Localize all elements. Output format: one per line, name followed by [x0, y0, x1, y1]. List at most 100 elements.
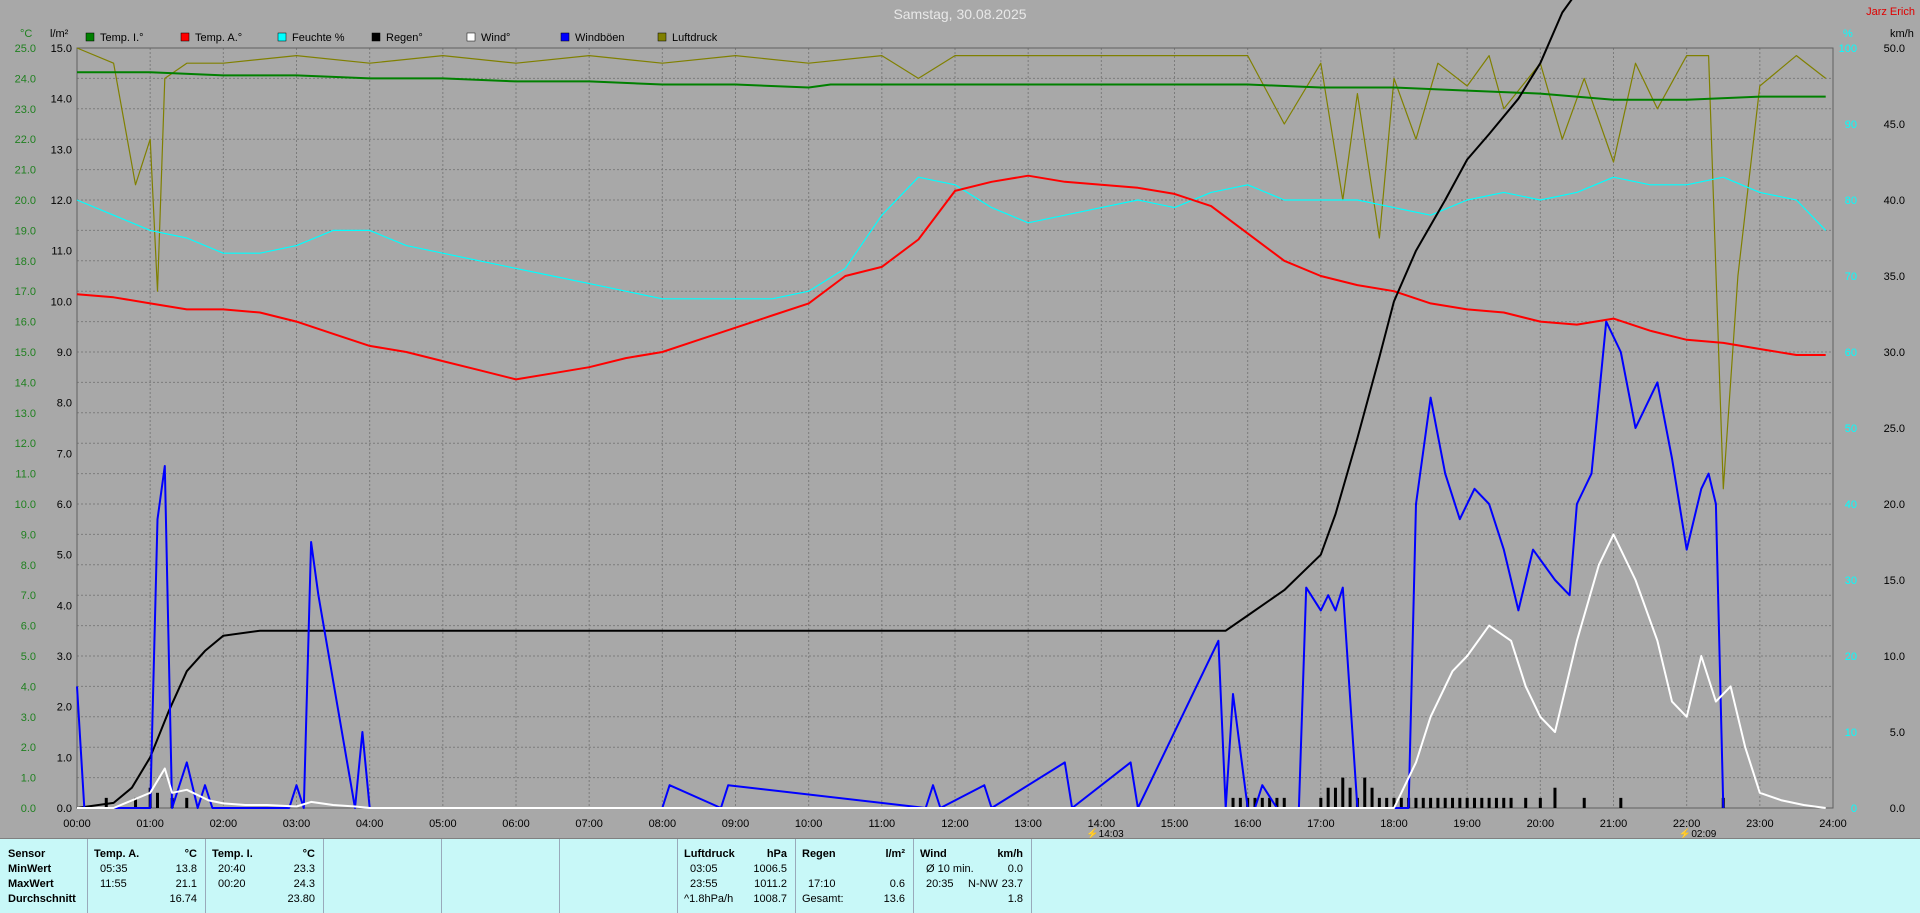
time-tick-label: 23:00	[1746, 818, 1774, 830]
col-temp-i: Temp. I. °C 20:40 00:20 23.3 24.3 23.80	[206, 839, 324, 913]
temp-tick-label: 15.0	[15, 347, 36, 359]
temp-i-min-time: 20:40	[218, 863, 246, 875]
rain-bar	[1524, 797, 1528, 808]
row-label-avg: Durchschnitt	[8, 893, 76, 905]
temp-tick-label: 9.0	[21, 529, 36, 541]
rain-tick-label: 8.0	[57, 398, 72, 410]
temp-i-max-value: 24.3	[293, 878, 315, 890]
time-tick-label: 03:00	[283, 818, 311, 830]
rain-tick-label: 6.0	[57, 499, 72, 511]
wind-max-time: 20:35	[926, 878, 954, 890]
temp-tick-label: 6.0	[21, 621, 36, 633]
temp-tick-label: 25.0	[15, 43, 36, 55]
rain-bar	[1538, 797, 1542, 808]
legend-label: Temp. I.°	[100, 32, 144, 44]
rain-bar	[1458, 797, 1462, 808]
wind-tick-label: 30.0	[1884, 347, 1905, 359]
rain-tick-label: 5.0	[57, 550, 72, 562]
temp-a-unit: °C	[184, 848, 197, 860]
legend-label: Temp. A.°	[195, 32, 242, 44]
humidity-tick-label: 70	[1845, 271, 1857, 283]
wind-tick-label: 35.0	[1884, 271, 1905, 283]
time-tick-label: 20:00	[1527, 818, 1555, 830]
legend-swatch	[277, 32, 287, 42]
wind-unit: km/h	[997, 848, 1023, 860]
legend: Temp. I.° Temp. A.° Feuchte % Regen° Wind° Wi…	[85, 32, 718, 44]
temp-tick-label: 12.0	[15, 438, 36, 450]
col-empty-1	[324, 839, 442, 913]
rain-unit: l/m²	[885, 848, 905, 860]
legend-label: Feuchte %	[292, 32, 345, 44]
pressure-avg-value: 1008.7	[753, 893, 787, 905]
rain-tick-label: 13.0	[51, 144, 72, 156]
temp-a-avg-value: 16.74	[169, 893, 197, 905]
time-tick-label: 07:00	[575, 818, 603, 830]
wind-header: Wind	[920, 848, 947, 860]
wind-min-value: 0.0	[1007, 863, 1023, 875]
rain-tick-label: 1.0	[57, 752, 72, 764]
time-tick-label: 15:00	[1161, 818, 1189, 830]
pressure-max-value: 1011.2	[754, 878, 787, 890]
temp-a-min-time: 05:35	[100, 863, 128, 875]
wind-tick-label: 50.0	[1884, 43, 1905, 55]
wind-max-value: 23.7	[1001, 878, 1023, 890]
time-tick-label: 17:00	[1307, 818, 1335, 830]
rain-bar	[1509, 797, 1513, 808]
col-pressure: Luftdruck hPa 03:05 23:55 ^1.8hPa/h 1006…	[678, 839, 796, 913]
rain-bar	[1363, 777, 1367, 808]
col-empty-2	[442, 839, 560, 913]
rain-bar	[1385, 797, 1389, 808]
time-tick-label: 06:00	[502, 818, 530, 830]
temp-tick-label: 18.0	[15, 256, 36, 268]
time-tick-label: 11:00	[868, 818, 895, 830]
temp-tick-label: 23.0	[15, 104, 36, 116]
humidity-tick-label: 30	[1845, 575, 1857, 587]
legend-swatch	[657, 32, 667, 42]
wind-tick-label: 20.0	[1884, 499, 1905, 511]
temp-a-min-value: 13.8	[175, 863, 197, 875]
rain-bar	[1348, 787, 1352, 808]
wind-max-dir: N-NW	[968, 878, 998, 890]
legend-swatch	[466, 32, 476, 42]
rain-bar	[1465, 797, 1469, 808]
wind-tick-label: 5.0	[1890, 727, 1905, 739]
time-tick-label: 16:00	[1234, 818, 1262, 830]
col-wind: Wind km/h Ø 10 min. 20:35 N-NW 0.0 23.7 …	[914, 839, 1032, 913]
temp-tick-label: 1.0	[21, 773, 36, 785]
legend-label: Regen°	[386, 32, 423, 44]
rain-tick-label: 2.0	[57, 702, 72, 714]
rain-tick-label: 4.0	[57, 600, 72, 612]
temp-i-max-time: 00:20	[218, 878, 246, 890]
temp-a-max-time: 11:55	[100, 878, 127, 890]
temp-tick-label: 0.0	[21, 803, 36, 815]
temp-tick-label: 21.0	[15, 165, 36, 177]
rain-bar	[155, 792, 159, 808]
rain-bar	[1582, 797, 1586, 808]
weather-chart: 0.0 1.0 2.0 3.0 4.0 5.0 6.0 7.0 8.0 9.0 10.0 11.0 12…	[15, 0, 1915, 838]
humidity-tick-label: 10	[1845, 727, 1857, 739]
col-rain: Regen l/m² 17:10 Gesamt: 0.6 13.6	[796, 839, 914, 913]
temp-a-header: Temp. A.	[94, 848, 140, 860]
time-tick-label: 04:00	[356, 818, 384, 830]
legend-label: Luftdruck	[672, 32, 718, 44]
col-sensor: Sensor MinWert MaxWert Durchschnitt	[0, 839, 88, 913]
rain-bar	[1326, 787, 1330, 808]
row-label-max: MaxWert	[8, 878, 54, 890]
author-credit: Jarz Erich	[1866, 6, 1915, 18]
wind-avg-value: 1.8	[1007, 893, 1023, 905]
humidity-tick-label: 80	[1845, 195, 1857, 207]
rain-bar	[1238, 797, 1242, 808]
rain-axis-unit: l/m²	[50, 28, 69, 40]
temp-i-unit: °C	[302, 848, 315, 860]
temp-tick-label: 14.0	[15, 377, 36, 389]
temp-tick-label: 3.0	[21, 712, 36, 724]
col-empty-3	[560, 839, 678, 913]
humidity-tick-label: 50	[1845, 423, 1857, 435]
temp-i-min-value: 23.3	[293, 863, 315, 875]
rain-bar	[1319, 797, 1323, 808]
legend-label: Windböen	[575, 32, 625, 44]
pressure-min-value: 1006.5	[753, 863, 787, 875]
statistics-table: Sensor MinWert MaxWert Durchschnitt Temp…	[0, 838, 1920, 913]
humidity-tick-label: 40	[1845, 499, 1857, 511]
rain-bar	[1502, 797, 1506, 808]
